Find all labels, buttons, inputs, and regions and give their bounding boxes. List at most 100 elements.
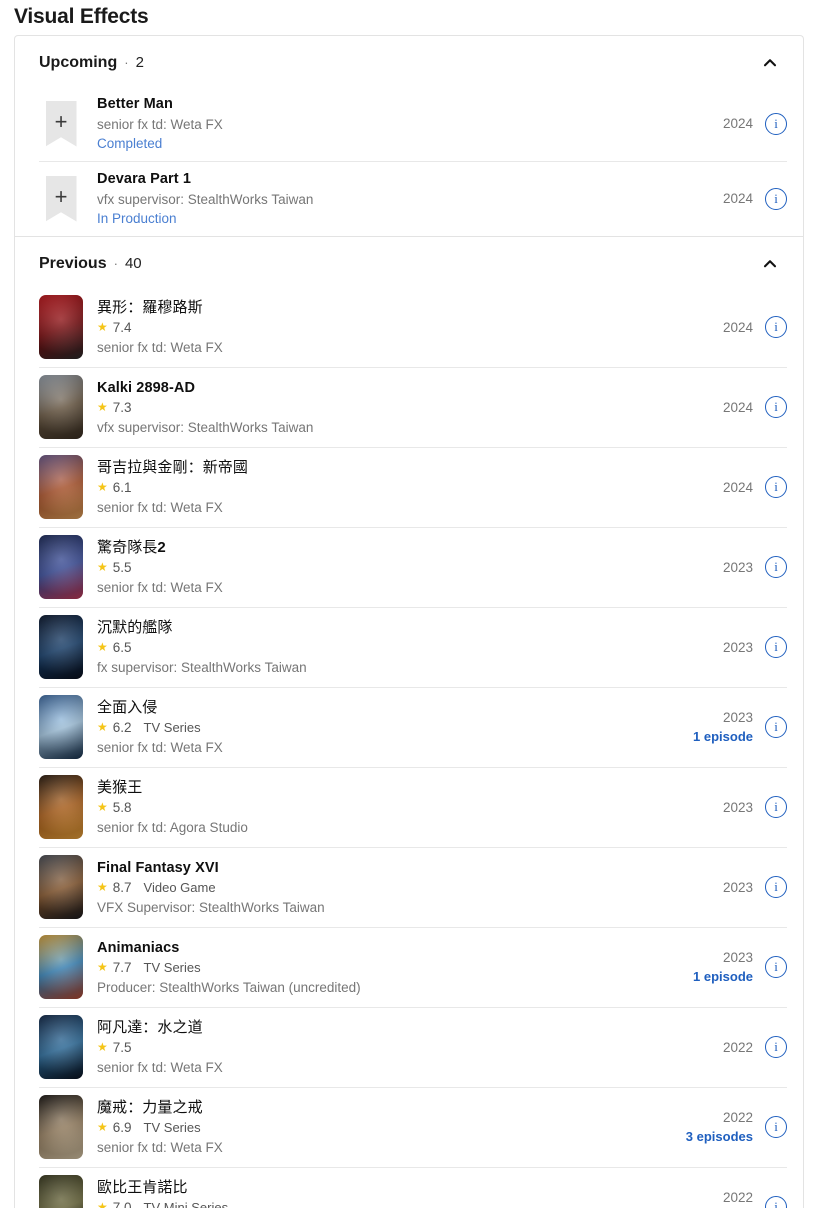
filmography-page: Visual Effects Upcoming · 2 + Better Man seni…	[0, 0, 818, 1208]
poster-thumbnail[interactable]	[39, 695, 83, 759]
credit-info: Animaniacs ★ 7.7 TV Series Producer: Stealth…	[83, 938, 679, 997]
credit-row[interactable]: 異形：羅穆路斯 ★ 7.4 senior fx td: Weta FX 2024 i	[15, 287, 803, 367]
credit-row[interactable]: + Devara Part 1 vfx supervisor: StealthWor…	[15, 161, 803, 236]
credit-episodes[interactable]: 1 episode	[679, 727, 753, 746]
credit-title[interactable]: 美猴王	[97, 778, 669, 798]
info-icon[interactable]: i	[765, 396, 787, 418]
credit-info: Final Fantasy XVI ★ 8.7 Video Game VFX Super…	[83, 858, 679, 917]
credit-thumbnail[interactable]	[39, 535, 83, 599]
credit-rating: 7.5	[112, 1039, 132, 1055]
credit-title[interactable]: 異形：羅穆路斯	[97, 298, 669, 318]
credit-status[interactable]: Completed	[97, 134, 669, 153]
info-icon[interactable]: i	[765, 956, 787, 978]
add-to-watchlist-icon[interactable]: +	[45, 175, 77, 222]
credit-title[interactable]: Final Fantasy XVI	[97, 858, 669, 878]
credit-episodes[interactable]: 3 episodes	[679, 1127, 753, 1146]
credit-title[interactable]: 沉默的艦隊	[97, 618, 669, 638]
credit-title[interactable]: 哥吉拉與金剛：新帝國	[97, 458, 669, 478]
poster-thumbnail[interactable]	[39, 615, 83, 679]
poster-thumbnail[interactable]	[39, 295, 83, 359]
credit-row[interactable]: 沉默的艦隊 ★ 6.5 fx supervisor: StealthWorks Tai…	[15, 607, 803, 687]
poster-thumbnail[interactable]	[39, 455, 83, 519]
info-icon[interactable]: i	[765, 187, 787, 210]
credit-title[interactable]: 魔戒：力量之戒	[97, 1098, 669, 1118]
poster-thumbnail[interactable]	[39, 855, 83, 919]
credit-row[interactable]: Animaniacs ★ 7.7 TV Series Producer: Stealth…	[15, 927, 803, 1007]
credit-right: 2023 1 episode i	[679, 948, 787, 986]
section-header[interactable]: Upcoming · 2	[15, 36, 803, 86]
credit-meta: ★ 6.9 TV Series	[97, 1118, 669, 1137]
info-icon[interactable]: i	[765, 796, 787, 818]
credit-row[interactable]: 魔戒：力量之戒 ★ 6.9 TV Series senior fx td: Weta F…	[15, 1087, 803, 1167]
credit-title[interactable]: 阿凡達：水之道	[97, 1018, 669, 1038]
credit-thumbnail[interactable]: +	[39, 175, 83, 222]
credit-role: senior fx td: Weta FX	[97, 579, 223, 595]
credit-thumbnail[interactable]	[39, 855, 83, 919]
info-icon[interactable]: i	[765, 636, 787, 658]
credit-right: 2024 i	[679, 396, 787, 418]
credit-year: 2024	[722, 319, 753, 335]
credit-thumbnail[interactable]	[39, 935, 83, 999]
info-icon[interactable]: i	[765, 716, 787, 738]
add-to-watchlist-icon[interactable]: +	[45, 100, 77, 147]
credit-thumbnail[interactable]	[39, 615, 83, 679]
credit-thumbnail[interactable]	[39, 375, 83, 439]
credit-role: senior fx td: Weta FX	[97, 1059, 223, 1075]
credit-thumbnail[interactable]	[39, 295, 83, 359]
credit-row[interactable]: Final Fantasy XVI ★ 8.7 Video Game VFX Super…	[15, 847, 803, 927]
credit-year: 2023	[722, 879, 753, 895]
info-icon[interactable]: i	[765, 1116, 787, 1138]
credit-title[interactable]: Better Man	[97, 94, 669, 114]
credit-thumbnail[interactable]	[39, 1095, 83, 1159]
info-icon[interactable]: i	[765, 556, 787, 578]
credit-row[interactable]: 阿凡達：水之道 ★ 7.5 senior fx td: Weta FX 2022 i	[15, 1007, 803, 1087]
credit-row[interactable]: Kalki 2898-AD ★ 7.3 vfx supervisor: Stealth…	[15, 367, 803, 447]
section-title: Previous	[39, 255, 107, 272]
info-icon[interactable]: i	[765, 876, 787, 898]
credit-thumbnail[interactable]	[39, 1015, 83, 1079]
credit-thumbnail[interactable]	[39, 695, 83, 759]
poster-thumbnail[interactable]	[39, 1095, 83, 1159]
credit-info: 歐比王肯諾比★7.0TV Mini Seriessenior fx td: We…	[83, 1178, 679, 1208]
info-icon[interactable]: i	[765, 1196, 787, 1208]
credit-title[interactable]: 全面入侵	[97, 698, 669, 718]
credit-title[interactable]: Kalki 2898-AD	[97, 378, 669, 398]
poster-thumbnail[interactable]	[39, 935, 83, 999]
credit-row[interactable]: 全面入侵 ★ 6.2 TV Series senior fx td: Weta FX 20…	[15, 687, 803, 767]
info-icon[interactable]: i	[765, 316, 787, 338]
info-icon[interactable]: i	[765, 1036, 787, 1058]
chevron-up-icon[interactable]	[759, 253, 781, 275]
info-icon[interactable]: i	[765, 112, 787, 135]
credit-role: senior fx td: Weta FX	[97, 117, 223, 132]
credit-title[interactable]: Devara Part 1	[97, 169, 669, 189]
poster-thumbnail[interactable]	[39, 1175, 83, 1208]
credit-thumbnail[interactable]	[39, 455, 83, 519]
credit-title[interactable]: 驚奇隊長2	[97, 538, 669, 558]
credit-status[interactable]: In Production	[97, 209, 669, 228]
credit-thumbnail[interactable]	[39, 1175, 83, 1208]
credit-title[interactable]: 歐比王肯諾比	[97, 1178, 669, 1198]
credit-row[interactable]: 美猴王 ★ 5.8 senior fx td: Agora Studio 2023 i	[15, 767, 803, 847]
chevron-up-icon[interactable]	[759, 52, 781, 74]
poster-thumbnail[interactable]	[39, 775, 83, 839]
info-icon[interactable]: i	[765, 476, 787, 498]
credit-row[interactable]: 驚奇隊長2 ★ 5.5 senior fx td: Weta FX 2023 i	[15, 527, 803, 607]
poster-art	[39, 1015, 83, 1079]
credit-right: 20221 episode i	[679, 1188, 787, 1208]
credit-row[interactable]: 歐比王肯諾比★7.0TV Mini Seriessenior fx td: We…	[15, 1167, 803, 1208]
poster-thumbnail[interactable]	[39, 375, 83, 439]
poster-thumbnail[interactable]	[39, 1015, 83, 1079]
poster-thumbnail[interactable]	[39, 535, 83, 599]
credit-row[interactable]: + Better Man senior fx td: Weta FX Complete…	[15, 86, 803, 161]
section-header[interactable]: Previous · 40	[15, 237, 803, 287]
star-icon: ★	[97, 720, 108, 734]
poster-art	[39, 695, 83, 759]
credit-thumbnail[interactable]	[39, 775, 83, 839]
credit-title[interactable]: Animaniacs	[97, 938, 669, 958]
credit-thumbnail[interactable]: +	[39, 100, 83, 147]
poster-art	[39, 375, 83, 439]
credit-row[interactable]: 哥吉拉與金剛：新帝國 ★ 6.1 senior fx td: Weta FX 2024 i	[15, 447, 803, 527]
credit-rating: 7.7	[112, 959, 132, 975]
star-icon: ★	[97, 640, 108, 654]
credit-episodes[interactable]: 1 episode	[679, 967, 753, 986]
